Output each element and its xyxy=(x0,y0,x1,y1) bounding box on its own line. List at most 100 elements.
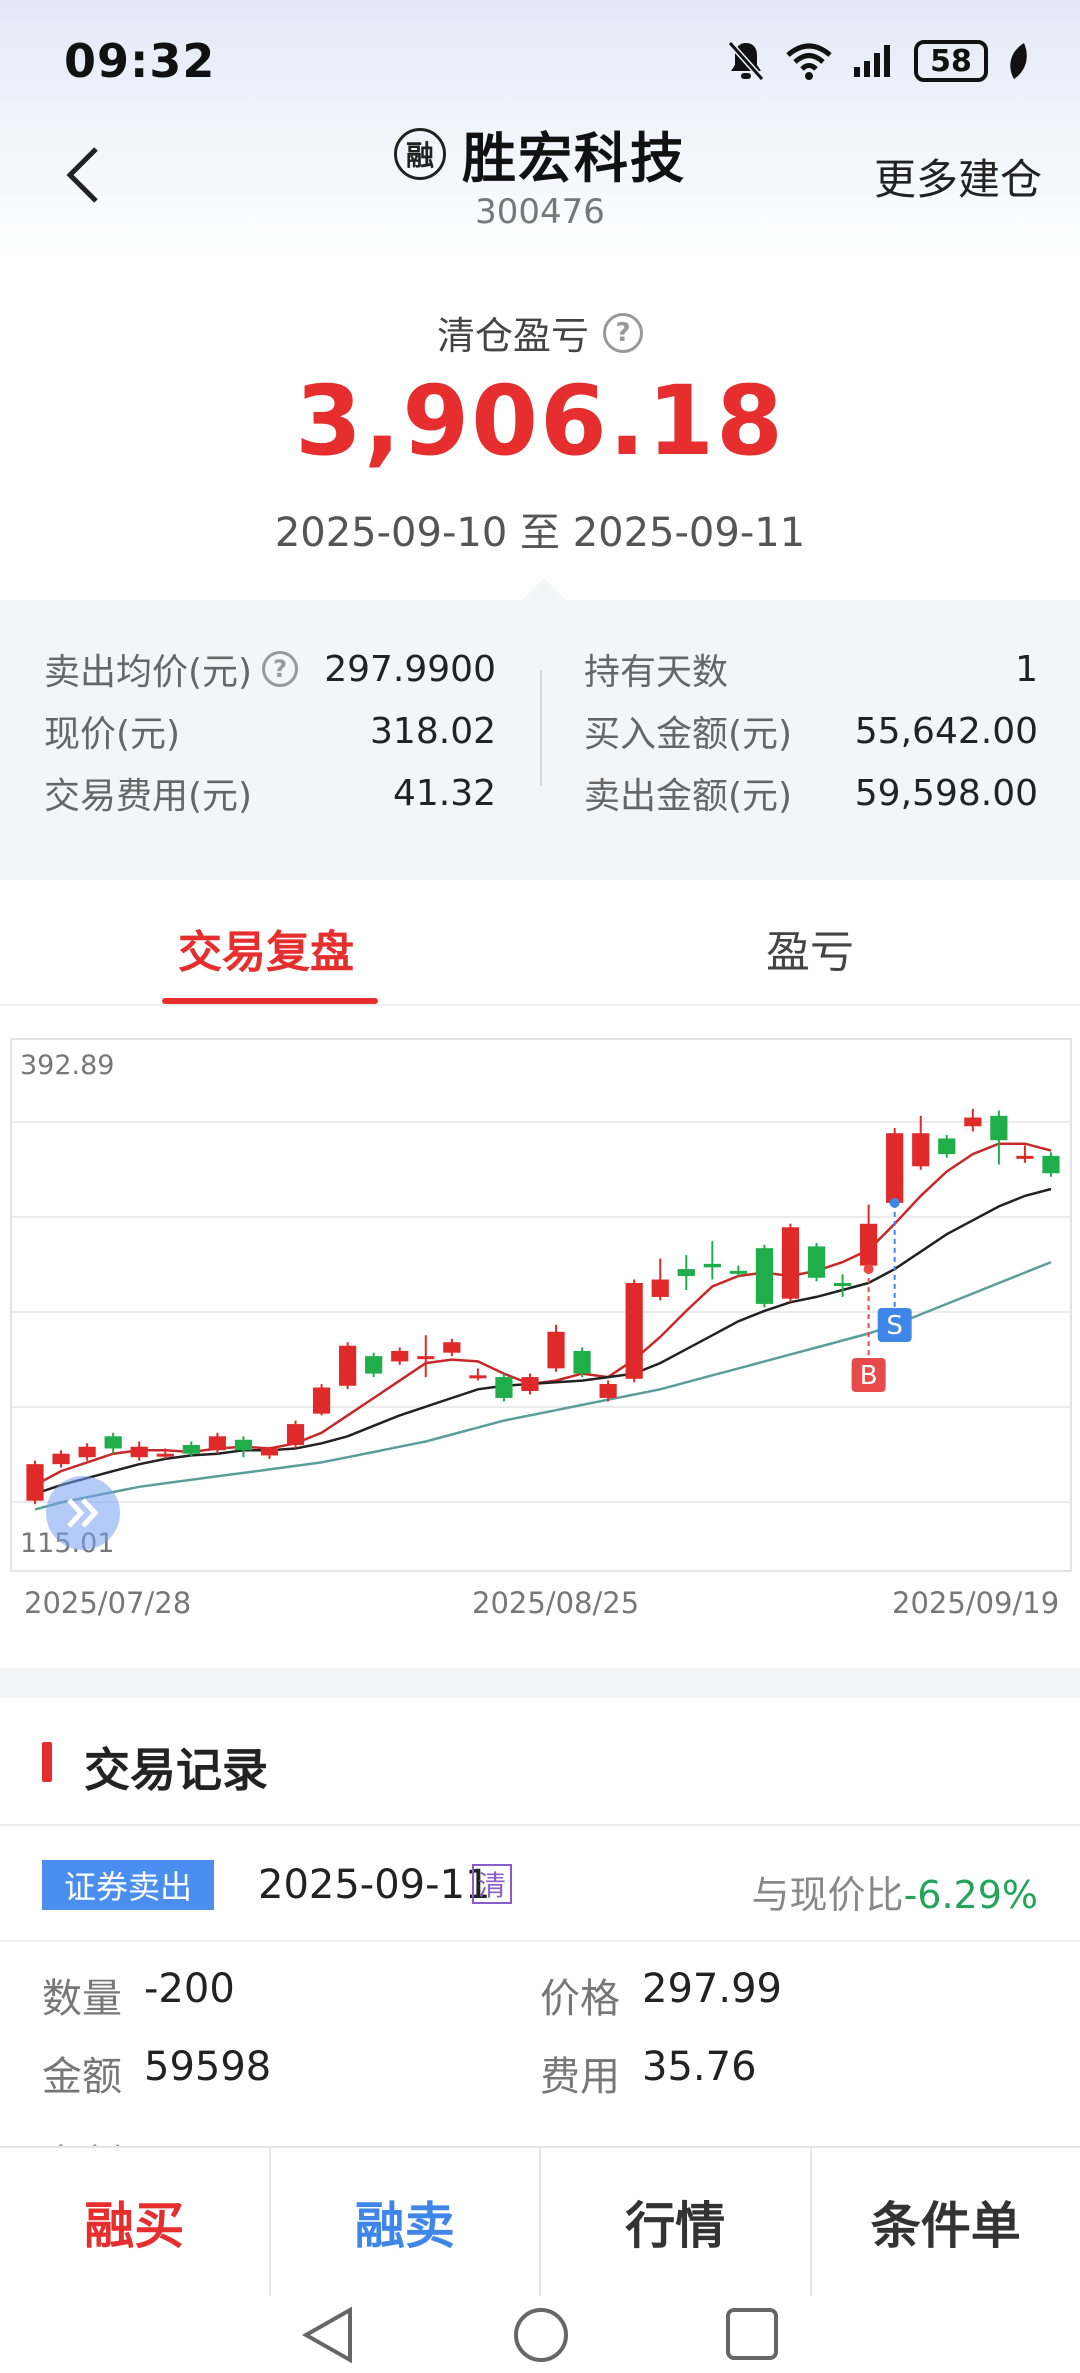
candle-body xyxy=(521,1377,539,1392)
candle-body xyxy=(365,1356,383,1374)
stat-row: 卖出均价(元) ? 297.9900 xyxy=(44,638,496,700)
stat-value: 1 xyxy=(1015,648,1038,690)
candle-body xyxy=(234,1439,253,1451)
candle-body xyxy=(1042,1155,1060,1174)
candle-body xyxy=(156,1453,174,1457)
price-compare: 与现价比-6.29% xyxy=(752,1864,1038,1919)
pnl-label-row: 清仓盈亏 ? xyxy=(0,305,1080,360)
stat-label: 卖出金额(元) xyxy=(584,776,793,817)
stat-value: 55,642.00 xyxy=(854,710,1038,752)
records-title: 交易记录 xyxy=(84,1743,268,1797)
candle-body xyxy=(495,1377,513,1398)
chart-y-max: 392.89 xyxy=(20,1050,115,1081)
candle-body xyxy=(130,1446,148,1458)
tab-bar: 交易复盘 盈亏 xyxy=(0,880,1080,1006)
stat-label: 持有天数 xyxy=(584,652,729,693)
system-nav-bar xyxy=(0,2296,1080,2373)
stat-row: 交易费用(元) 41.32 xyxy=(44,762,496,824)
stat-label: 买入金额(元) xyxy=(584,714,793,755)
candle-body xyxy=(469,1375,487,1379)
candle-body xyxy=(599,1384,617,1398)
trade-record-header[interactable]: 证券卖出 2025-09-11 清 与现价比-6.29% xyxy=(0,1826,1080,1942)
x-axis-label: 2025/07/28 xyxy=(24,1586,192,1620)
candle-body xyxy=(182,1444,200,1454)
stat-label: 交易费用(元) xyxy=(44,776,253,817)
candle-body xyxy=(260,1448,279,1456)
more-positions-button[interactable]: 更多建仓 xyxy=(874,146,1042,207)
help-icon[interactable]: ? xyxy=(603,312,643,353)
candle-body xyxy=(104,1436,122,1449)
stats-right-column: 持有天数 1 买入金额(元) 55,642.00 卖出金额(元) 59,598.… xyxy=(584,638,1038,824)
bottom-toolbar: 融买 融卖 行情 条件单 xyxy=(0,2146,1080,2296)
marker-label: B xyxy=(860,1361,878,1391)
help-icon[interactable]: ? xyxy=(262,651,299,687)
trade-type-badge: 证券卖出 xyxy=(42,1860,215,1910)
candlestick-chart[interactable]: BS 392.89 115.01 xyxy=(10,1038,1072,1572)
stat-value: 59,598.00 xyxy=(854,772,1038,814)
candle-body xyxy=(912,1133,930,1167)
quote-button[interactable]: 行情 xyxy=(541,2148,812,2296)
candle-body xyxy=(417,1356,435,1360)
compare-value: -6.29% xyxy=(903,1873,1038,1917)
battery-icon: 58 xyxy=(914,40,988,82)
status-time: 09:32 xyxy=(64,34,216,88)
candle-body xyxy=(339,1345,357,1386)
candle-body xyxy=(78,1446,96,1458)
compare-label: 与现价比 xyxy=(751,1873,904,1917)
stock-name: 胜宏科技 xyxy=(462,127,686,190)
pnl-value: 3,906.18 xyxy=(295,365,785,477)
stats-panel: 卖出均价(元) ? 297.9900 现价(元) 318.02 交易费用(元) … xyxy=(0,578,1080,880)
x-axis-label: 2025/09/19 xyxy=(892,1586,1060,1620)
candle-body xyxy=(729,1270,747,1274)
records-header: 交易记录 xyxy=(0,1698,1080,1826)
clear-tag: 清 xyxy=(472,1864,512,1904)
chart-canvas: BS xyxy=(12,1108,1070,1511)
candle-body xyxy=(990,1115,1008,1141)
detail-label: 费用 xyxy=(540,2054,620,2100)
candle-body xyxy=(964,1117,982,1127)
nav-recents-icon[interactable] xyxy=(724,2306,780,2362)
margin-sell-button[interactable]: 融卖 xyxy=(271,2148,541,2296)
conditional-order-button[interactable]: 条件单 xyxy=(812,2148,1080,2296)
candle-body xyxy=(1016,1155,1034,1159)
stat-label: 现价(元) xyxy=(44,714,181,755)
tab-trade-review[interactable]: 交易复盘 xyxy=(178,916,354,980)
detail-label: 数量 xyxy=(42,1976,122,2022)
nav-back-icon[interactable] xyxy=(300,2306,356,2364)
tab-underline xyxy=(162,998,378,1004)
stat-value: 41.32 xyxy=(392,772,496,814)
expand-chart-button[interactable] xyxy=(46,1476,120,1550)
bell-off-icon xyxy=(727,41,765,81)
stats-pointer xyxy=(522,578,566,600)
tab-pnl[interactable]: 盈亏 xyxy=(766,916,854,980)
candle-body xyxy=(625,1283,643,1379)
candle-body xyxy=(860,1223,878,1266)
stat-row: 卖出金额(元) 59,598.00 xyxy=(584,762,1038,824)
stat-label: 卖出均价(元) ? xyxy=(44,643,299,695)
candle-body xyxy=(26,1464,44,1501)
candle-body xyxy=(677,1269,695,1277)
stat-row: 买入金额(元) 55,642.00 xyxy=(584,700,1038,762)
margin-buy-button[interactable]: 融买 xyxy=(0,2148,271,2296)
nav-home-icon[interactable] xyxy=(512,2306,570,2364)
wifi-icon xyxy=(786,43,832,80)
candle-body xyxy=(755,1248,774,1304)
candle-body xyxy=(807,1246,826,1278)
candle-body xyxy=(52,1453,70,1465)
detail-value: -200 xyxy=(144,1966,235,2012)
section-marker xyxy=(42,1742,52,1782)
candle-body xyxy=(286,1424,305,1445)
candle-body xyxy=(833,1283,852,1287)
x-axis-label: 2025/08/25 xyxy=(472,1586,640,1620)
candle-body xyxy=(573,1350,591,1374)
detail-value: 297.99 xyxy=(642,1966,782,2012)
candle-body xyxy=(208,1436,226,1451)
section-gap xyxy=(0,1668,1080,1698)
detail-quantity: 数量 -200 xyxy=(42,1966,235,2024)
candle-body xyxy=(312,1387,331,1414)
stats-divider xyxy=(540,670,542,786)
page-header: 融 胜宏科技 300476 更多建仓 xyxy=(0,110,1080,240)
candle-body xyxy=(781,1227,800,1299)
detail-value: 35.76 xyxy=(642,2044,757,2090)
stats-left-column: 卖出均价(元) ? 297.9900 现价(元) 318.02 交易费用(元) … xyxy=(44,638,496,824)
